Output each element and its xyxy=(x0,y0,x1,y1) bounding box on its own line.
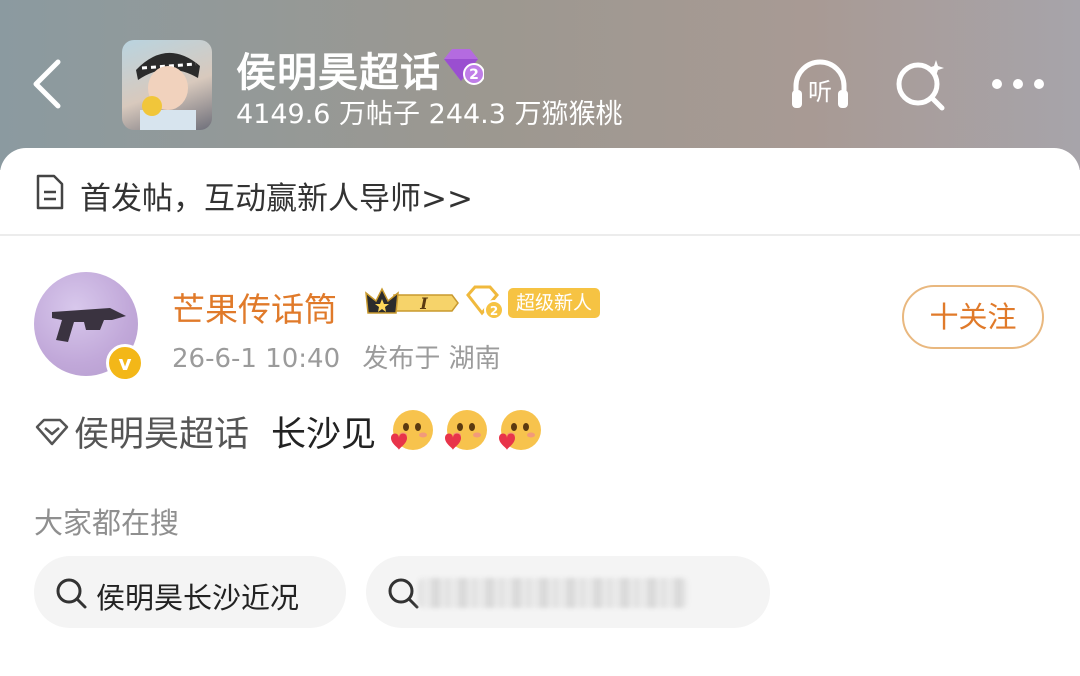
blurred-search-text xyxy=(418,578,688,608)
post-location: 发布于 湖南 xyxy=(362,344,501,374)
author-name[interactable]: 芒果传话筒 xyxy=(172,283,337,331)
newbie-notice-banner[interactable]: 首发帖，互动赢新人导师>> xyxy=(0,148,1080,236)
heart-emoji-icon xyxy=(387,408,435,456)
topic-diamond-icon xyxy=(34,417,70,447)
diamond-icon: 2 xyxy=(466,285,504,321)
search-chip-blurred[interactable] xyxy=(366,556,770,628)
follow-button[interactable]: 十关注 xyxy=(902,285,1044,349)
notice-text: 首发帖，互动赢新人导师>> xyxy=(80,181,473,217)
crown-level-label: I xyxy=(419,294,428,313)
diamond-badge-number: 2 xyxy=(490,304,498,318)
topic-title: 侯明昊超话 xyxy=(236,50,441,96)
post-content: 侯明昊超话 长沙见 xyxy=(34,406,543,456)
trending-search-label: 大家都在搜 xyxy=(34,506,180,540)
search-icon xyxy=(386,576,420,610)
diamond-level-number: 2 xyxy=(469,67,479,83)
search-chip-text: 侯明昊长沙近况 xyxy=(96,581,300,615)
post-text: 长沙见 xyxy=(271,415,377,455)
search-icon xyxy=(54,576,88,610)
back-arrow-icon[interactable] xyxy=(28,56,68,112)
diamond-level-badge: 2 xyxy=(440,47,485,85)
more-icon[interactable] xyxy=(988,56,1052,112)
heart-emoji-icon xyxy=(441,408,489,456)
topic-avatar[interactable] xyxy=(122,40,212,130)
verified-badge: v xyxy=(106,344,144,382)
topic-stats: 4149.6 万帖子 244.3 万猕猴桃 xyxy=(236,99,623,130)
listen-label: 听 xyxy=(808,78,832,106)
crown-level-badge: I xyxy=(364,285,460,321)
document-icon xyxy=(34,174,66,210)
search-chip[interactable]: 侯明昊长沙近况 xyxy=(34,556,346,628)
listen-icon[interactable]: 听 xyxy=(788,56,852,112)
topic-link[interactable]: 侯明昊超话 xyxy=(74,415,249,455)
post-meta: 26-6-1 10:40 发布于 湖南 xyxy=(172,338,501,375)
heart-emoji-icon xyxy=(495,408,543,456)
post-time: 26-6-1 10:40 xyxy=(172,344,341,374)
search-sparkle-icon[interactable] xyxy=(890,56,954,112)
newbie-badge: 超级新人 xyxy=(508,288,601,318)
